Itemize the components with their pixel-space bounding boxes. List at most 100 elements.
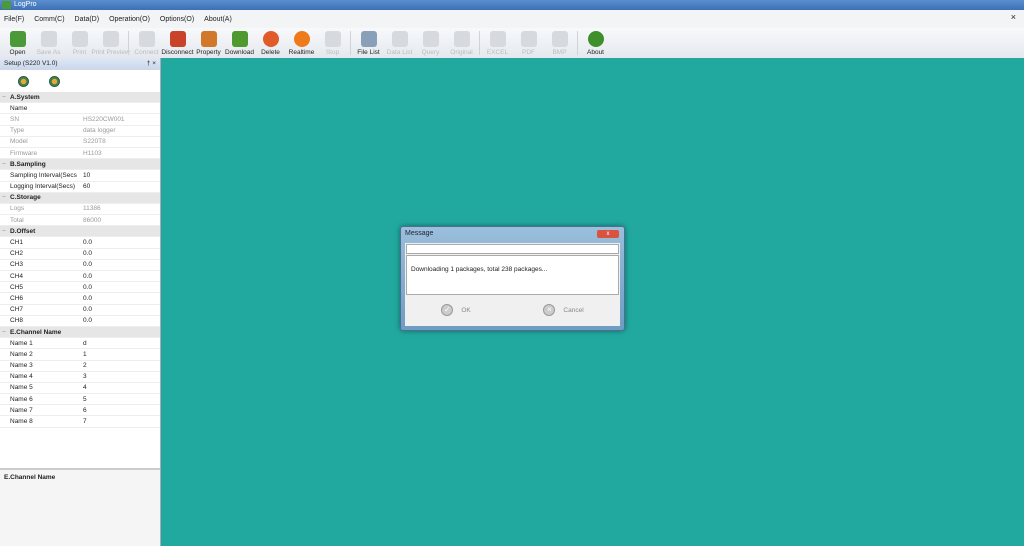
- property-row[interactable]: Model S220T8: [0, 137, 160, 148]
- menu-optionso[interactable]: Options(O): [160, 16, 194, 23]
- property-row[interactable]: CH5 0.0: [0, 282, 160, 294]
- original-icon: [453, 31, 470, 47]
- property-row[interactable]: Name: [0, 103, 160, 115]
- menu-filef[interactable]: File(F): [4, 16, 24, 23]
- delete-icon: [262, 31, 279, 47]
- cancel-button[interactable]: × Cancel: [543, 304, 584, 316]
- property-value[interactable]: 86000: [83, 217, 101, 224]
- property-value[interactable]: 0.0: [83, 306, 92, 313]
- property-value[interactable]: 60: [83, 183, 90, 190]
- stop-button[interactable]: Stop: [317, 28, 348, 58]
- property-value[interactable]: 0.0: [83, 239, 92, 246]
- property-value[interactable]: 0.0: [83, 250, 92, 257]
- property-row[interactable]: Name 7 6: [0, 405, 160, 417]
- delete-button[interactable]: Delete: [255, 28, 286, 58]
- property-button[interactable]: Property: [193, 28, 224, 58]
- data-list-button[interactable]: Data List: [384, 28, 415, 58]
- original-button[interactable]: Original: [446, 28, 477, 58]
- read-settings-icon[interactable]: [18, 75, 29, 87]
- property-row[interactable]: Name 1 d: [0, 338, 160, 350]
- category-row[interactable]: − E.Channel Name: [0, 326, 160, 339]
- property-row[interactable]: CH3 0.0: [0, 260, 160, 271]
- write-settings-icon[interactable]: [49, 75, 60, 87]
- property-row[interactable]: CH1 0.0: [0, 237, 160, 249]
- menu-bar: File(F) Comm(C) Data(D) Operation(O) Options…: [0, 10, 1024, 28]
- property-value[interactable]: 7: [83, 418, 87, 425]
- menu-abouta[interactable]: About(A): [204, 16, 232, 23]
- property-row[interactable]: Name 6 5: [0, 394, 160, 406]
- property-row[interactable]: CH8 0.0: [0, 316, 160, 327]
- property-row[interactable]: Type data logger: [0, 126, 160, 137]
- property-value[interactable]: 0.0: [83, 273, 92, 280]
- menu-datad[interactable]: Data(D): [75, 16, 100, 23]
- file-list-button[interactable]: File List: [353, 28, 384, 58]
- property-value[interactable]: data logger: [83, 127, 116, 134]
- pin-close-icon[interactable]: † ×: [147, 58, 156, 70]
- category-label: A.System: [10, 93, 40, 101]
- category-row[interactable]: − B.Sampling: [0, 159, 160, 171]
- property-row[interactable]: Logs 11386: [0, 204, 160, 216]
- property-row[interactable]: Logging Interval(Secs) 60: [0, 182, 160, 193]
- property-row[interactable]: Name 2 1: [0, 349, 160, 361]
- property-value[interactable]: H1103: [83, 150, 102, 157]
- property-value[interactable]: 0.0: [83, 295, 92, 302]
- collapse-icon[interactable]: −: [2, 94, 10, 101]
- menu-operationo[interactable]: Operation(O): [109, 16, 150, 23]
- bmp-button[interactable]: BMP: [544, 28, 575, 58]
- property-row[interactable]: CH2 0.0: [0, 249, 160, 260]
- collapse-icon[interactable]: −: [2, 329, 10, 336]
- property-row[interactable]: Sampling Interval(Secs 10: [0, 170, 160, 182]
- panel-header: Setup (S220 V1.0) † ×: [0, 58, 160, 70]
- connect-button[interactable]: Connect: [131, 28, 162, 58]
- menu-commc[interactable]: Comm(C): [34, 16, 64, 23]
- realtime-icon: [293, 31, 310, 47]
- query-button[interactable]: Query: [415, 28, 446, 58]
- property-value[interactable]: 11386: [83, 205, 101, 212]
- realtime-button[interactable]: Realtime: [286, 28, 317, 58]
- save-as-button[interactable]: Save As: [33, 28, 64, 58]
- property-row[interactable]: Name 5 4: [0, 383, 160, 395]
- disconnect-button[interactable]: Disconnect: [161, 28, 194, 58]
- property-value[interactable]: 4: [83, 384, 87, 391]
- collapse-icon[interactable]: −: [2, 161, 10, 168]
- property-value[interactable]: 5: [83, 396, 87, 403]
- property-row[interactable]: CH4 0.0: [0, 271, 160, 283]
- property-value[interactable]: 0.0: [83, 261, 92, 268]
- category-row[interactable]: − C.Storage: [0, 192, 160, 204]
- excel-button[interactable]: EXCEL: [482, 28, 513, 58]
- ok-button[interactable]: ✓ OK: [441, 304, 471, 316]
- property-value[interactable]: 1: [83, 351, 87, 358]
- print-button[interactable]: Print: [64, 28, 95, 58]
- property-row[interactable]: Name 8 7: [0, 416, 160, 428]
- download-button[interactable]: Download: [224, 28, 255, 58]
- category-row[interactable]: − D.Offset: [0, 226, 160, 238]
- property-value[interactable]: S220T8: [83, 138, 106, 145]
- print-preview-button[interactable]: Print Preview: [91, 28, 130, 58]
- pdf-button[interactable]: PDF: [513, 28, 544, 58]
- property-value[interactable]: 0.0: [83, 284, 92, 291]
- property-row[interactable]: CH6 0.0: [0, 293, 160, 305]
- close-window-icon[interactable]: ×: [1011, 12, 1016, 22]
- property-value[interactable]: 3: [83, 373, 87, 380]
- property-value[interactable]: 0.0: [83, 317, 92, 324]
- property-value[interactable]: 6: [83, 407, 87, 414]
- property-value[interactable]: HS220CW001: [83, 116, 125, 123]
- property-name: CH6: [10, 294, 24, 302]
- property-row[interactable]: Total 86000: [0, 215, 160, 227]
- property-row[interactable]: Firmware H1103: [0, 148, 160, 160]
- property-row[interactable]: CH7 0.0: [0, 305, 160, 316]
- open-button[interactable]: Open: [2, 28, 33, 58]
- property-row[interactable]: Name 3 2: [0, 361, 160, 372]
- property-value[interactable]: d: [83, 340, 87, 347]
- property-row[interactable]: SN HS220CW001: [0, 114, 160, 126]
- property-value[interactable]: 10: [83, 172, 90, 179]
- property-row[interactable]: Name 4 3: [0, 372, 160, 383]
- category-row[interactable]: − A.System: [0, 92, 160, 104]
- dialog-close-button[interactable]: x: [597, 230, 619, 238]
- collapse-icon[interactable]: −: [2, 194, 10, 201]
- property-value[interactable]: 2: [83, 362, 87, 369]
- about-icon: [587, 31, 604, 47]
- collapse-icon[interactable]: −: [2, 228, 10, 235]
- about-button[interactable]: About: [580, 28, 611, 58]
- dialog-input[interactable]: [406, 244, 619, 254]
